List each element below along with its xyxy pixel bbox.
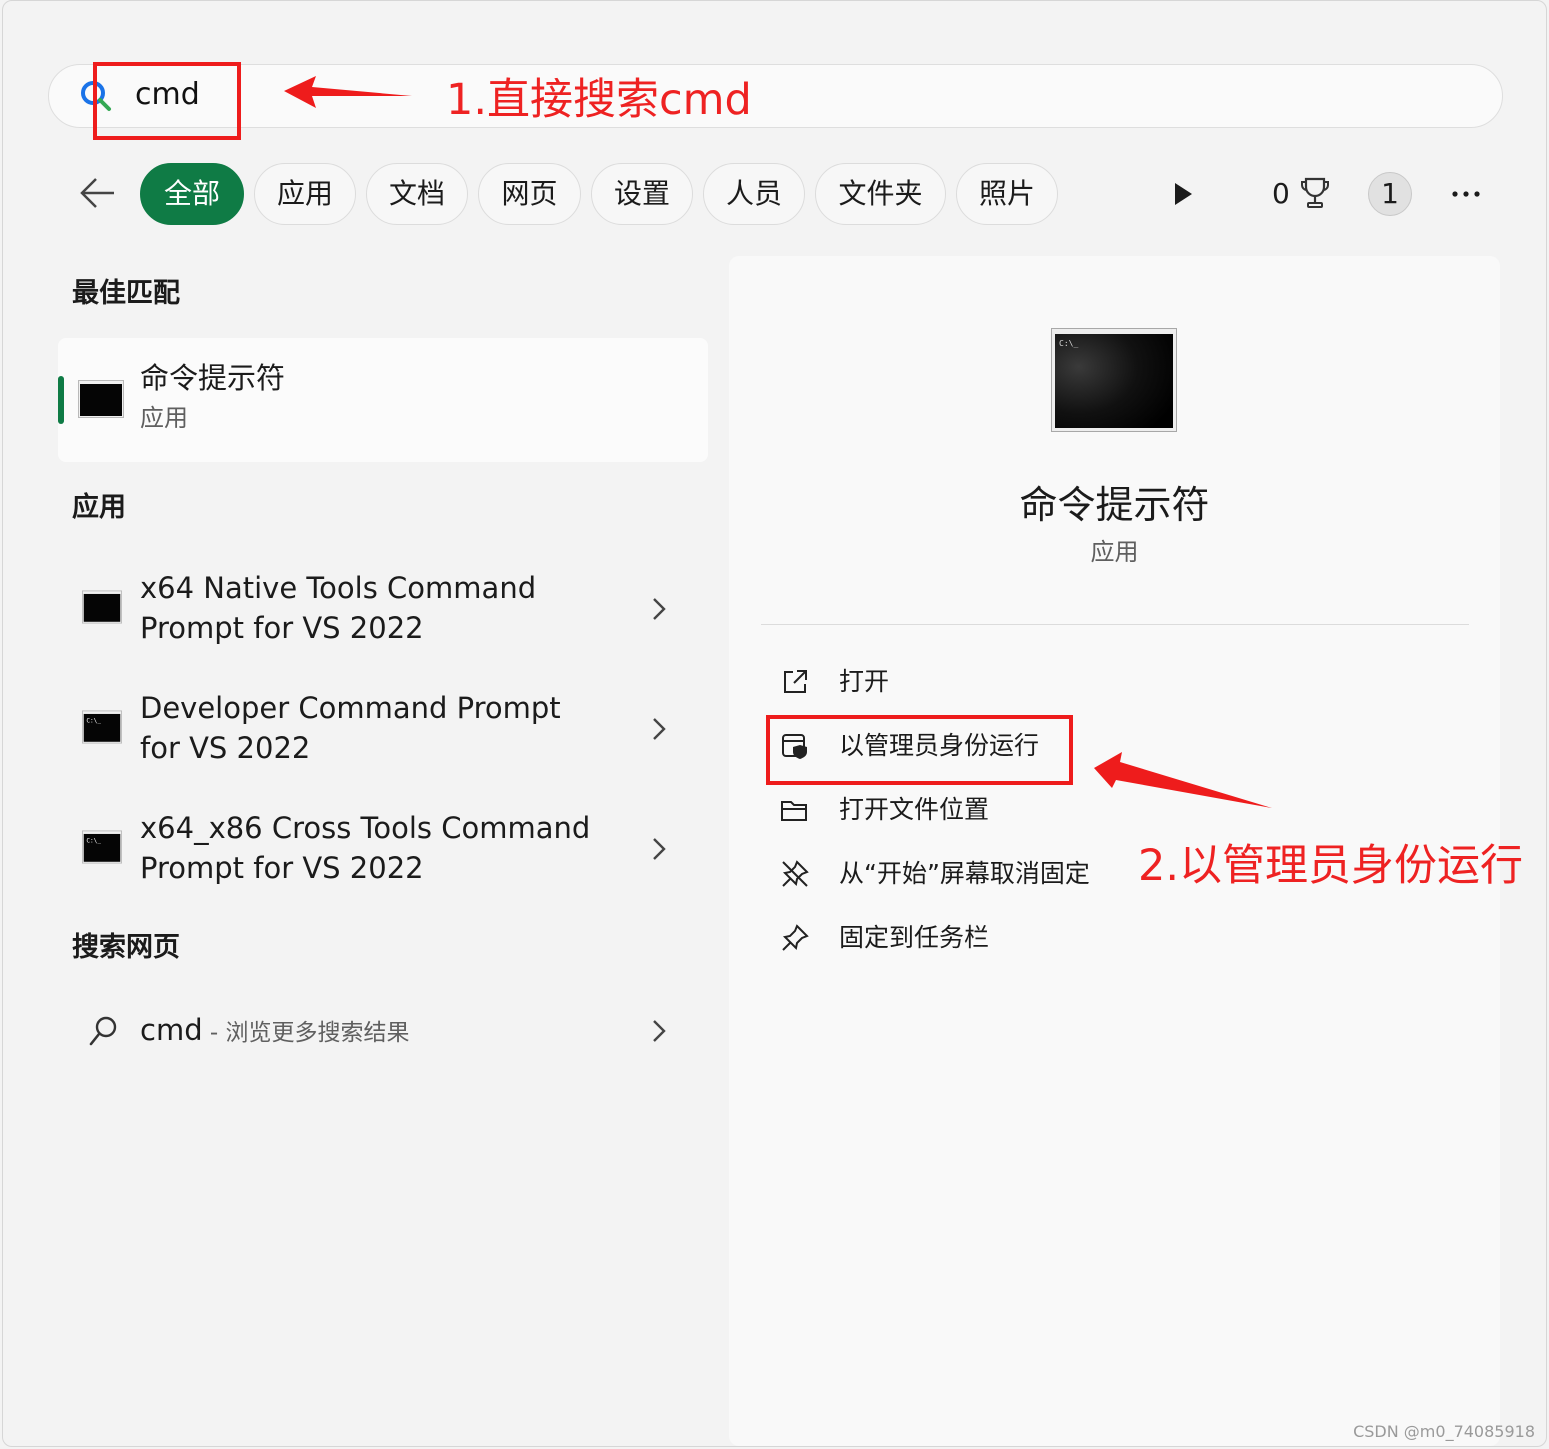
filter-all[interactable]: 全部 — [140, 163, 244, 225]
svg-text:C:\_: C:\_ — [1059, 339, 1078, 348]
play-icon[interactable] — [1172, 181, 1194, 207]
command-prompt-icon: C:\_ — [82, 830, 122, 864]
best-match-heading: 最佳匹配 — [72, 278, 180, 309]
pin-icon — [782, 924, 809, 951]
annotation-box-search — [93, 62, 241, 140]
unpin-icon — [782, 860, 809, 887]
web-search-result[interactable]: cmd - 浏览更多搜索结果 — [58, 1004, 708, 1058]
best-match-subtitle: 应用 — [140, 404, 188, 432]
annotation-step1: 1.直接搜索cmd — [446, 75, 752, 125]
svg-text:C:\_: C:\_ — [86, 718, 101, 725]
preview-title: 命令提示符 — [1019, 483, 1210, 527]
app-result-x64-x86-cross[interactable]: C:\_ x64_x86 Cross Tools Command Prompt … — [58, 808, 708, 908]
command-prompt-icon — [78, 380, 124, 418]
filter-photos[interactable]: 照片 — [956, 163, 1058, 225]
preview-subtitle: 应用 — [1090, 538, 1139, 566]
chevron-right-icon[interactable] — [650, 1018, 668, 1044]
avatar[interactable]: 1 — [1368, 172, 1412, 216]
rewards-points: 0 — [1272, 177, 1290, 210]
trophy-icon[interactable] — [1300, 176, 1330, 210]
annotation-step2: 2.以管理员身份运行 — [1138, 841, 1524, 891]
app-result-x64-native[interactable]: x64 Native Tools Command Prompt for VS 2… — [58, 568, 708, 668]
svg-text:C:\_: C:\_ — [86, 838, 101, 845]
search-icon — [89, 1016, 117, 1046]
search-bar[interactable]: cmd — [48, 64, 1503, 128]
folder-icon — [781, 801, 807, 821]
more-options-icon[interactable] — [1448, 182, 1484, 206]
filter-documents[interactable]: 文档 — [366, 163, 468, 225]
filter-web[interactable]: 网页 — [478, 163, 581, 225]
watermark: CSDN @m0_74085918 — [1353, 1422, 1535, 1441]
filter-people[interactable]: 人员 — [703, 163, 805, 225]
command-prompt-large-icon: C:\_ — [1051, 328, 1177, 432]
open-external-icon — [784, 670, 807, 693]
best-match-title: 命令提示符 — [140, 361, 286, 395]
chevron-right-icon[interactable] — [650, 716, 668, 742]
command-prompt-icon: C:\_ — [82, 710, 122, 744]
annotation-arrow-left-icon — [284, 76, 412, 108]
chevron-right-icon[interactable] — [650, 596, 668, 622]
filter-folders[interactable]: 文件夹 — [815, 163, 946, 225]
app-result-developer-prompt[interactable]: C:\_ Developer Command Prompt for VS 202… — [58, 688, 708, 788]
app-result-label: x64 Native Tools Command Prompt for VS 2… — [140, 571, 537, 645]
annotation-arrow-left-icon — [1094, 752, 1272, 808]
apps-heading: 应用 — [72, 492, 126, 523]
filter-apps[interactable]: 应用 — [254, 163, 356, 225]
back-arrow-icon[interactable] — [78, 175, 118, 211]
search-web-heading: 搜索网页 — [72, 932, 180, 963]
web-search-label: cmd - 浏览更多搜索结果 — [140, 1013, 410, 1047]
selection-indicator — [58, 376, 64, 424]
filter-settings[interactable]: 设置 — [591, 163, 693, 225]
app-result-label: Developer Command Prompt for VS 2022 — [140, 691, 561, 765]
divider — [761, 624, 1469, 625]
best-match-result[interactable]: 命令提示符 应用 — [58, 338, 708, 462]
annotation-box-admin — [766, 715, 1073, 785]
command-prompt-icon — [82, 590, 122, 624]
chevron-right-icon[interactable] — [650, 836, 668, 862]
app-result-label: x64_x86 Cross Tools Command Prompt for V… — [140, 811, 591, 885]
